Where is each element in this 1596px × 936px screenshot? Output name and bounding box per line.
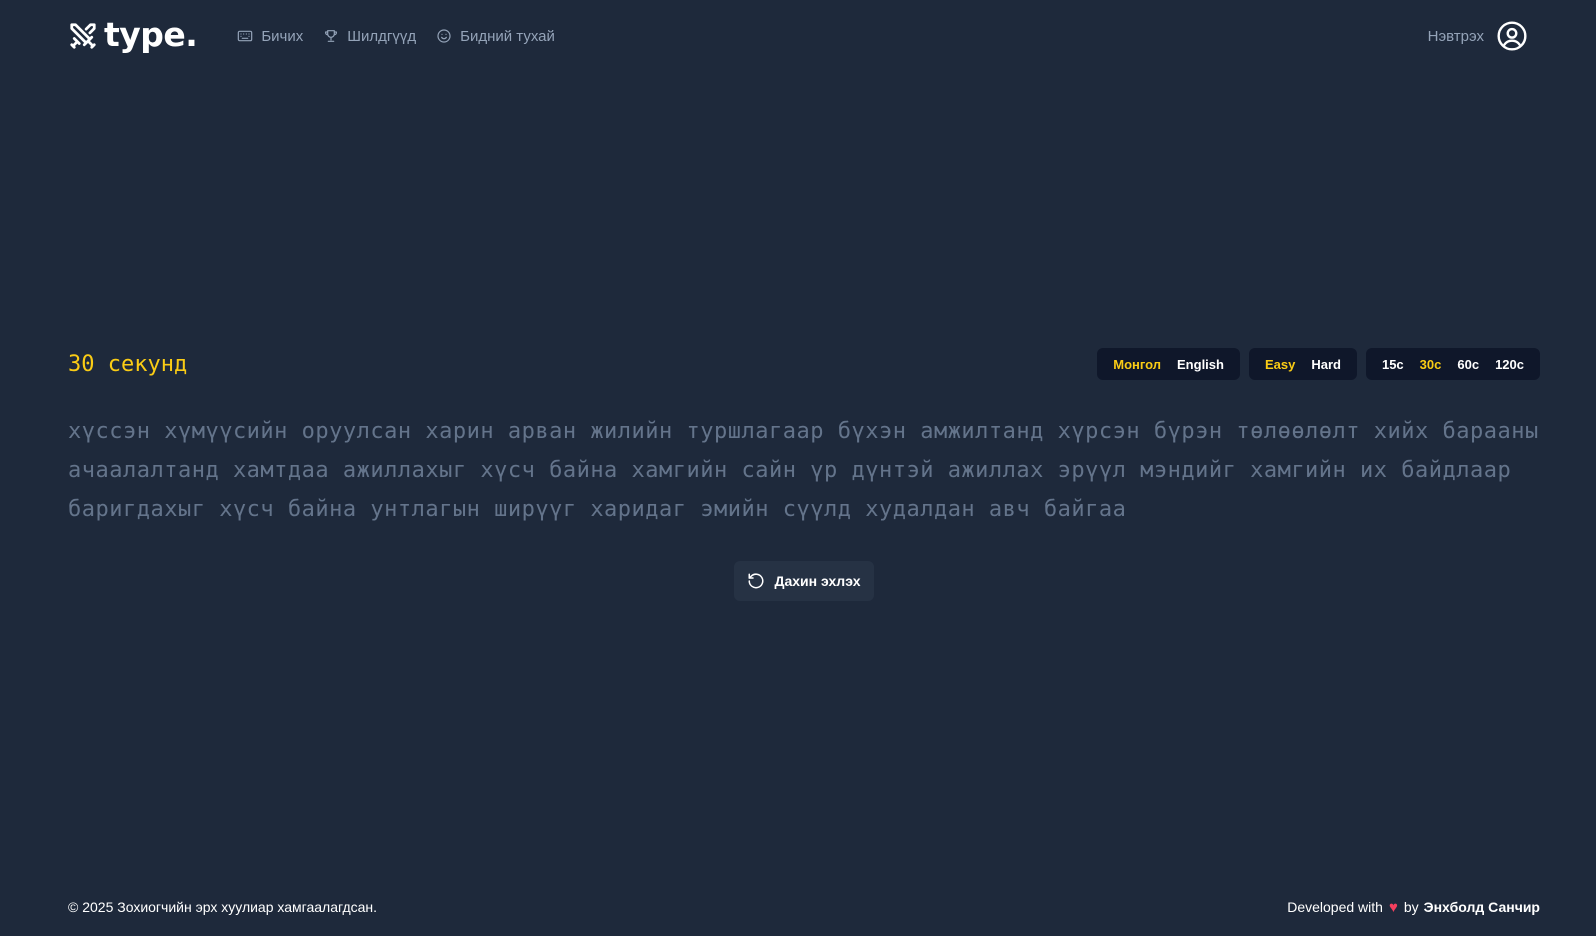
developer-credit: Developed with ♥ by Энхболд Санчир xyxy=(1287,899,1540,916)
duration-option-120[interactable]: 120с xyxy=(1487,357,1532,372)
nav-label-type: Бичих xyxy=(261,27,304,45)
language-option-english[interactable]: English xyxy=(1169,357,1232,372)
restart-button[interactable]: Дахин эхлэх xyxy=(734,561,874,601)
duration-option-15[interactable]: 15с xyxy=(1374,357,1412,372)
nav-item-about[interactable]: Бидний тухай xyxy=(436,28,555,45)
user-circle-icon xyxy=(1497,21,1527,51)
nav-item-leaderboard[interactable]: Шилдгүүд xyxy=(323,28,416,45)
difficulty-selector: Easy Hard xyxy=(1248,348,1357,380)
by-text: by xyxy=(1403,899,1419,915)
typing-words-area[interactable]: хүссэн хүмүүсийн оруулсан харин арван жи… xyxy=(68,412,1548,529)
keyboard-icon xyxy=(238,30,253,42)
copyright-text: © 2025 Зохиогчийн эрх хуулиар хамгаалагд… xyxy=(68,899,378,915)
smile-icon xyxy=(437,29,451,43)
timer-label: 30 секунд xyxy=(68,351,188,377)
header-right: Нэвтрэх xyxy=(1428,20,1528,52)
nav-label-about: Бидний тухай xyxy=(460,27,555,45)
login-link[interactable]: Нэвтрэх xyxy=(1428,28,1484,45)
rotate-ccw-icon xyxy=(748,573,764,589)
nav-label-leaderboard: Шилдгүүд xyxy=(347,27,417,45)
nav-item-type[interactable]: Бичих xyxy=(237,28,303,45)
user-avatar-button[interactable] xyxy=(1496,20,1528,52)
test-controls-row: 30 секунд Монгол English Easy Hard 15с 3… xyxy=(68,348,1540,380)
duration-option-30[interactable]: 30с xyxy=(1412,357,1450,372)
footer: © 2025 Зохиогчийн эрх хуулиар хамгаалагд… xyxy=(68,896,1540,918)
author-name: Энхболд Санчир xyxy=(1423,899,1540,915)
logo-text: type. xyxy=(104,14,198,54)
top-navbar: type. Бичих Шилдгүүд Бидний тухай Нэвтрэ… xyxy=(0,0,1596,72)
header-left: type. Бичих Шилдгүүд Бидний тухай xyxy=(68,14,575,54)
restart-label: Дахин эхлэх xyxy=(774,573,861,589)
logo-link[interactable]: type. xyxy=(68,14,198,54)
duration-selector: 15с 30с 60с 120с xyxy=(1365,348,1540,380)
heart-icon: ♥ xyxy=(1388,898,1398,916)
main-nav: Бичих Шилдгүүд Бидний тухай xyxy=(237,28,575,45)
difficulty-option-hard[interactable]: Hard xyxy=(1303,357,1349,372)
language-option-mongolian[interactable]: Монгол xyxy=(1105,357,1169,372)
page: type. Бичих Шилдгүүд Бидний тухай Нэвтрэ… xyxy=(0,0,1596,936)
crossed-swords-icon xyxy=(70,23,96,49)
option-groups: Монгол English Easy Hard 15с 30с 60с 120… xyxy=(1088,348,1540,380)
trophy-icon xyxy=(325,30,338,42)
language-selector: Монгол English xyxy=(1097,348,1240,380)
difficulty-option-easy[interactable]: Easy xyxy=(1257,357,1303,372)
duration-option-60[interactable]: 60с xyxy=(1449,357,1487,372)
developed-with-text: Developed with xyxy=(1287,899,1383,915)
